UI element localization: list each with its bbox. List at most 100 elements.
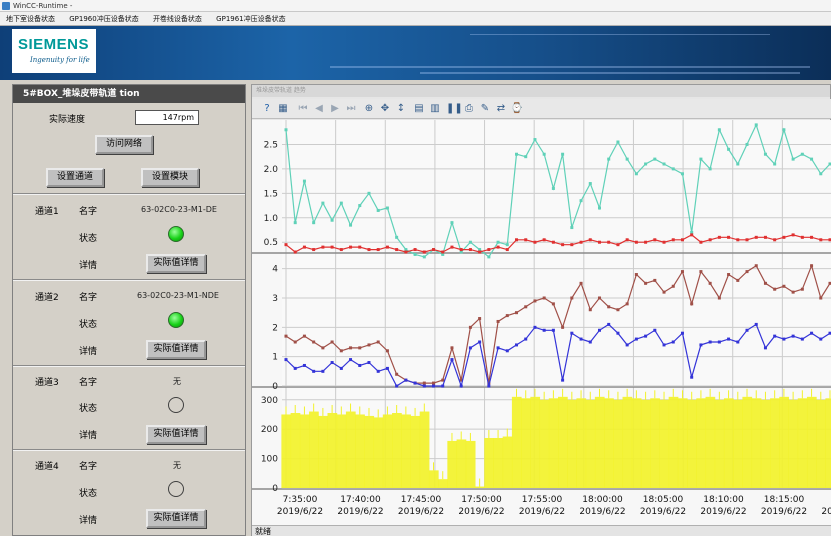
data-point: [524, 238, 528, 242]
channel-1-detail-button[interactable]: 实际值详情: [146, 254, 206, 273]
time-icon[interactable]: ⌚: [510, 102, 524, 116]
divider: [13, 449, 245, 451]
print-icon[interactable]: ⎙: [462, 102, 476, 116]
menu-item-gp1960[interactable]: GP1960冲压设备状态: [63, 12, 144, 26]
data-point: [459, 248, 463, 252]
data-point: [478, 340, 482, 344]
data-point: [330, 340, 334, 344]
visit-network-button[interactable]: 访问网络: [95, 135, 153, 154]
data-point: [395, 384, 399, 388]
data-point: [450, 245, 454, 249]
area-bar: [723, 398, 734, 488]
ruler-icon[interactable]: ▥: [428, 102, 442, 116]
menu-item-basement[interactable]: 地下室设备状态: [0, 12, 61, 26]
data-point: [515, 152, 519, 156]
data-point: [284, 243, 288, 247]
data-point: [459, 384, 463, 388]
data-point: [791, 157, 795, 161]
data-point: [358, 346, 362, 350]
data-point: [634, 240, 638, 244]
data-point: [432, 248, 436, 252]
area-bar: [576, 398, 587, 488]
prev-icon[interactable]: ◀: [312, 102, 326, 116]
channel-3-detail-button[interactable]: 实际值详情: [146, 425, 206, 444]
area-bar: [594, 396, 605, 488]
area-bar: [493, 438, 504, 488]
data-point: [551, 328, 555, 332]
channel-2-status-led: [168, 312, 184, 328]
data-point: [754, 322, 758, 326]
data-point: [717, 296, 721, 300]
menu-item-gp1961[interactable]: GP1961冲压设备状态: [210, 12, 291, 26]
data-point: [727, 337, 731, 341]
next-icon[interactable]: ▶: [328, 102, 342, 116]
channel-4-detail-button[interactable]: 实际值详情: [146, 509, 206, 528]
set-channel-button[interactable]: 设置通道: [46, 168, 104, 187]
data-point: [708, 281, 712, 285]
channel-1-label: 通道1: [35, 207, 59, 217]
window-title-bar: WinCC-Runtime -: [0, 0, 831, 12]
area-bar: [281, 414, 292, 488]
data-point: [468, 248, 472, 252]
data-point: [763, 346, 767, 350]
data-point: [791, 233, 795, 237]
area-bar: [585, 399, 596, 488]
data-point: [339, 201, 343, 205]
area-bar: [825, 398, 831, 488]
set-module-button[interactable]: 设置模块: [141, 168, 199, 187]
data-point: [754, 264, 758, 268]
channel-1-name-label: 名字: [79, 207, 98, 217]
move-icon[interactable]: ✥: [378, 102, 392, 116]
data-point: [302, 245, 306, 249]
table-icon[interactable]: ▤: [412, 102, 426, 116]
data-point: [358, 363, 362, 367]
data-point: [800, 152, 804, 156]
zoom-in-icon[interactable]: ⊕: [362, 102, 376, 116]
pause-icon[interactable]: ❚❚: [446, 102, 463, 116]
data-point: [487, 255, 491, 259]
data-point: [579, 281, 583, 285]
data-point: [680, 331, 684, 335]
zoom-axis-icon[interactable]: ↕: [394, 102, 408, 116]
data-point: [699, 157, 703, 161]
area-bar: [622, 396, 633, 488]
area-bar: [696, 398, 707, 488]
channel-2-detail-button[interactable]: 实际值详情: [146, 340, 206, 359]
wincc-app-icon: [2, 2, 10, 10]
menu-item-uncoil-line[interactable]: 开卷线设备状态: [147, 12, 208, 26]
data-point: [496, 319, 500, 323]
data-point: [662, 343, 666, 347]
speed-value-field[interactable]: 147rpm: [135, 110, 199, 125]
first-icon[interactable]: ⏮: [296, 102, 310, 116]
config-icon[interactable]: ▦: [276, 102, 290, 116]
data-point: [699, 240, 703, 244]
statistics-icon[interactable]: ✎: [478, 102, 492, 116]
data-point: [432, 381, 436, 385]
data-point: [395, 372, 399, 376]
area-bar: [465, 440, 476, 488]
data-point: [367, 191, 371, 195]
data-point: [616, 140, 620, 144]
data-point: [570, 331, 574, 335]
export-icon[interactable]: ⇄: [494, 102, 508, 116]
data-point: [810, 157, 814, 161]
area-bar: [751, 398, 762, 488]
data-point: [570, 226, 574, 230]
last-icon[interactable]: ⏭: [344, 102, 358, 116]
data-point: [754, 123, 758, 127]
data-point: [293, 250, 297, 254]
data-point: [533, 299, 537, 303]
area-bar: [604, 398, 614, 488]
channel-2-label: 通道2: [35, 293, 59, 303]
data-point: [625, 302, 629, 306]
x-date-label: 2019/6/22: [519, 507, 565, 517]
data-point: [690, 302, 694, 306]
data-point: [422, 255, 426, 259]
data-point: [349, 223, 353, 227]
data-point: [579, 337, 583, 341]
x-time-label: 18:00:00: [582, 495, 623, 505]
area-bar: [373, 417, 384, 488]
area-bar: [567, 399, 577, 488]
area-bar: [714, 399, 725, 488]
help-icon[interactable]: ?: [260, 102, 274, 116]
